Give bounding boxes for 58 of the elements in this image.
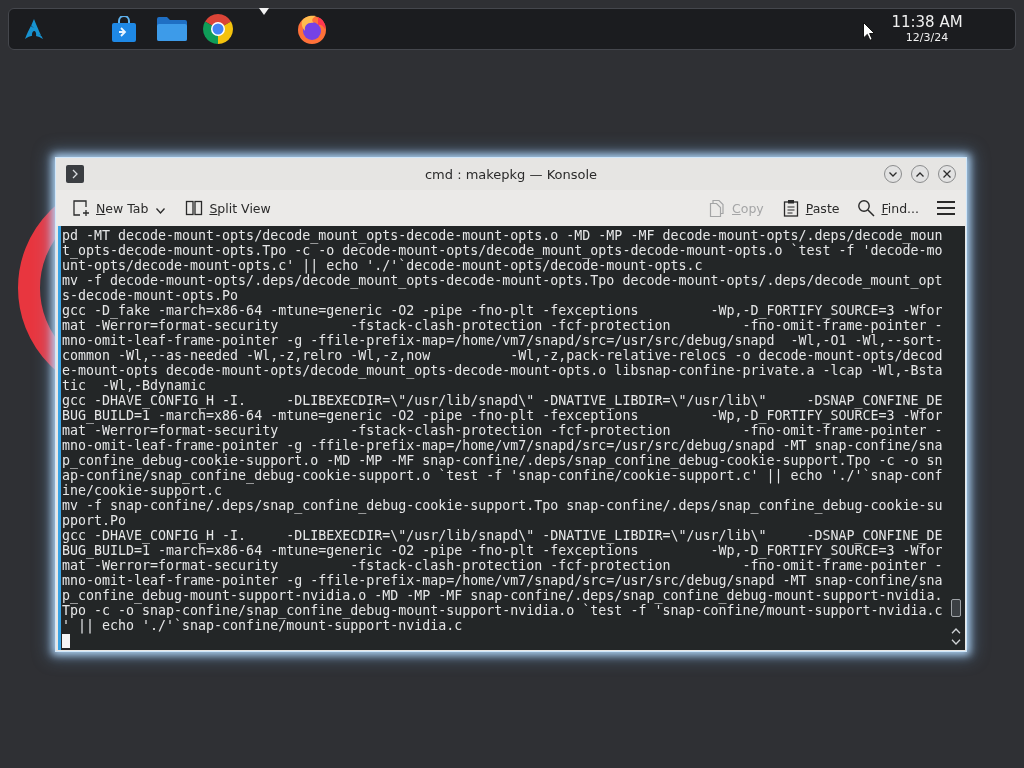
terminal-line: tic -Wl,-Bdynamic xyxy=(62,378,207,393)
terminal-line: mv -f decode-mount-opts/.deps/decode_mount_opts-decode-mount-opts.Tpo decode-mount-opts/.deps/decode_mount_opt xyxy=(62,273,944,288)
terminal-line: mv -f snap-confine/.deps/snap_confine_debug-cookie-support.Tpo snap-confine/.deps/snap_confine_debug-cookie-su xyxy=(62,498,944,513)
terminal-line: mno-omit-leaf-frame-pointer -g -ffile-prefix-map=/home/vm7/snapd/src=/usr/src/debug/snapd -MT snap-confine/sna xyxy=(62,573,944,588)
terminal-line: t_opts-decode-mount-opts.Tpo -c -o decode-mount-opts/decode_mount_opts-decode-mount-opts.o `test -f 'decode-mo xyxy=(62,243,944,258)
terminal-icon xyxy=(66,165,84,183)
terminal-line: unt-opts/decode-mount-opts.c' || echo './'`decode-mount-opts/decode-mount-opts.c xyxy=(62,258,703,273)
mouse-pointer-icon xyxy=(863,21,875,41)
paste-button[interactable]: Paste xyxy=(775,195,846,221)
close-button[interactable] xyxy=(938,165,956,183)
shopping-bag-icon[interactable] xyxy=(112,16,136,42)
terminal-line: pd -MT decode-mount-opts/decode_mount_opts-decode-mount-opts.o -MD -MP -MF decode-mount-opts/.deps/decode_moun xyxy=(62,228,944,243)
columns-icon xyxy=(185,199,204,217)
scroll-thumb[interactable] xyxy=(951,599,961,617)
search-icon xyxy=(857,199,876,217)
terminal-line: gcc -DHAVE_CONFIG_H -I. -DLIBEXECDIR=\"/usr/lib/snapd\" -DNATIVE_LIBDIR=\"/usr/lib\" -DSNAP_CONFINE_DE xyxy=(62,393,944,408)
terminal-line: mno-omit-leaf-frame-pointer -g -ffile-prefix-map=/home/vm7/snapd/src=/usr/src/debug/snapd -MT snap-confine/sna xyxy=(62,438,944,453)
browser-icon[interactable] xyxy=(202,13,234,45)
flame-globe-icon[interactable] xyxy=(296,13,328,45)
terminal-line: pport.Po xyxy=(62,513,127,528)
terminal-line: ' || echo './'`snap-confine/mount-support-nvidia.c xyxy=(62,618,463,633)
scroll-down-icon[interactable] xyxy=(951,639,961,645)
terminal-line: gcc -D_fake -march=x86-64 -mtune=generic -O2 -pipe -fno-plt -fexceptions -Wp,-D_FORTIFY_SOURCE=3 -Wfor xyxy=(62,303,944,318)
folder-icon[interactable] xyxy=(157,17,187,41)
clock-time[interactable]: 11:38 AM xyxy=(891,14,963,31)
terminal-line: mat -Werror=format-security -fstack-clash-protection -fcf-protection -fno-omit-frame-pointer - xyxy=(62,423,944,438)
terminal-line: mno-omit-leaf-frame-pointer -g -ffile-prefix-map=/home/vm7/snapd/src=/usr/src/debug/snapd -Wl,-O1 -Wl,--sort- xyxy=(62,333,944,348)
window-title: cmd : makepkg — Konsole xyxy=(424,166,598,182)
triangle-icon xyxy=(259,8,269,15)
terminal-line: e-mount-opts decode-mount-opts/decode_mount_opts-decode-mount-opts.o libsnap-confine-private.a -lcap -Wl,-Bsta xyxy=(62,363,944,378)
close-icon xyxy=(943,170,951,178)
terminal-line: BUG_BUILD=1 -march=x86-64 -mtune=generic -O2 -pipe -fno-plt -fexceptions -Wp,-D_FORTIFY_SOURCE=3 -Wfor xyxy=(62,408,944,423)
menu-icon xyxy=(937,200,955,216)
new-tab-button[interactable]: New Tab xyxy=(66,195,172,221)
copy-icon xyxy=(708,199,726,217)
clipboard-icon xyxy=(781,199,800,217)
terminal-line: p_confine_debug-mount-support-nvidia.o -MD -MP -MF snap-confine/.deps/snap_confine_debug-mount-support-nvidia. xyxy=(62,588,944,603)
chevron-down-icon xyxy=(889,171,897,177)
split-view-button[interactable]: Split View xyxy=(179,195,277,221)
triangle-logo-icon[interactable] xyxy=(25,19,43,39)
scroll-up-icon[interactable] xyxy=(951,628,961,634)
clock-date[interactable]: 12/3/24 xyxy=(905,31,949,44)
terminal-line: common -Wl,--as-needed -Wl,-z,relro -Wl,-z,now -Wl,-z,pack-relative-relocs -o decode-mount-opts/decod xyxy=(62,348,944,363)
terminal-line: ine/cookie-support.c xyxy=(62,483,223,498)
minimize-button[interactable] xyxy=(884,165,902,183)
maximize-button[interactable] xyxy=(911,165,929,183)
terminal-line: Tpo -c -o snap-confine/snap_confine_debug-mount-support-nvidia.o `test -f 'snap-confine/mount-support-nvidia.c xyxy=(62,603,944,618)
terminal-line: mat -Werror=format-security -fstack-clash-protection -fcf-protection -fno-omit-frame-pointer - xyxy=(62,318,944,333)
caret-icon xyxy=(156,208,166,214)
terminal-line: gcc -DHAVE_CONFIG_H -I. -DLIBEXECDIR=\"/usr/lib/snapd\" -DNATIVE_LIBDIR=\"/usr/lib\" -DSNAP_CONFINE_DE xyxy=(62,528,944,543)
terminal-line: BUG_BUILD=1 -march=x86-64 -mtune=generic -O2 -pipe -fno-plt -fexceptions -Wp,-D_FORTIFY_SOURCE=3 -Wfor xyxy=(62,543,944,558)
tab-plus-icon xyxy=(72,199,90,217)
terminal-line: mat -Werror=format-security -fstack-clash-protection -fcf-protection -fno-omit-frame-pointer - xyxy=(62,558,944,573)
terminal-line: ap-confine/snap_confine_debug-cookie-support.o `test -f 'snap-confine/cookie-support.c' || echo './'`snap-conf xyxy=(62,468,944,483)
terminal-line: s-decode-mount-opts.Po xyxy=(62,288,239,303)
chevron-up-icon xyxy=(916,171,924,177)
terminal-line: p_confine_debug-cookie-support.o -MD -MP -MF snap-confine/.deps/snap_confine_debug-cookie-support.Tpo -c -o sn xyxy=(62,453,944,468)
find-button[interactable]: Find... xyxy=(851,195,925,221)
